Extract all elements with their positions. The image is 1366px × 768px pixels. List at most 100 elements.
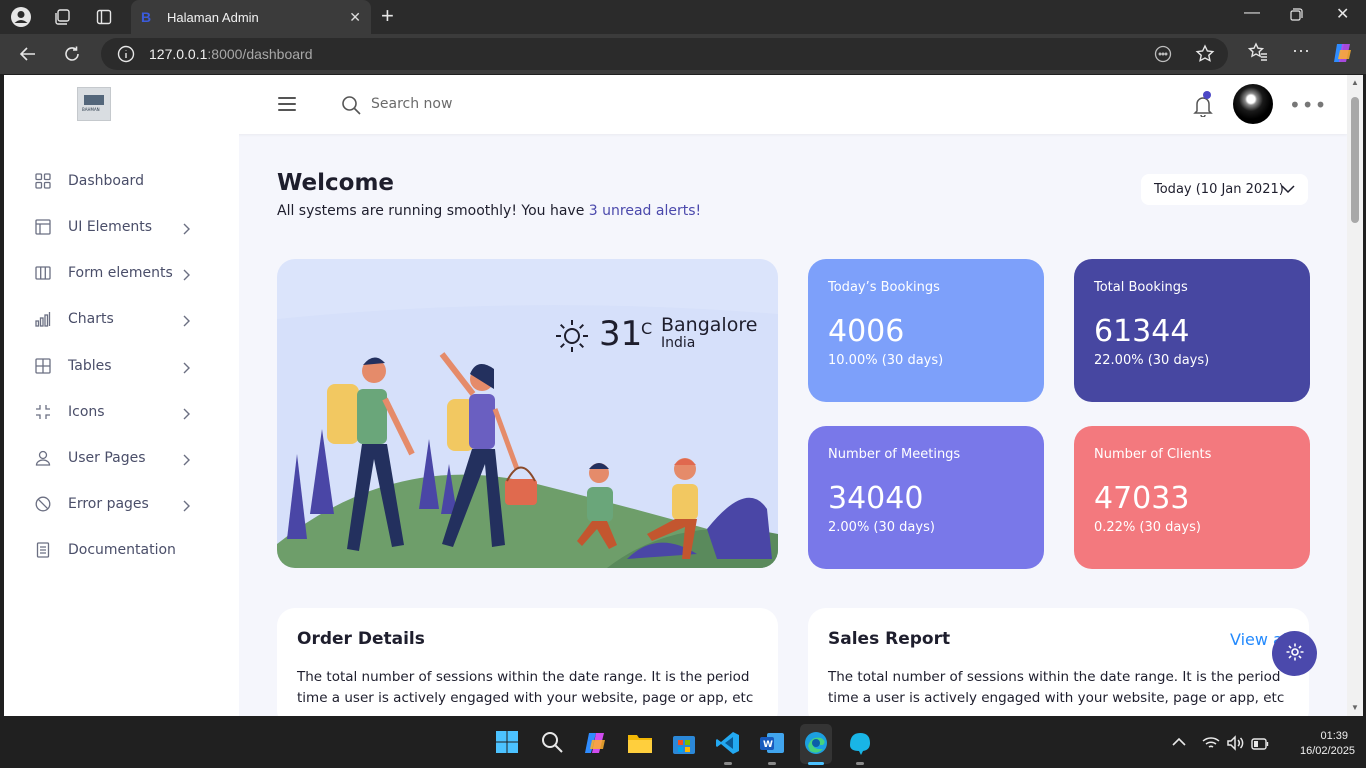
page-viewport: BAHMAN ••• Dashboard UI Elements Form el… bbox=[4, 75, 1347, 716]
top-navbar: BAHMAN ••• bbox=[4, 75, 1347, 134]
browser-tab[interactable]: B Halaman Admin ✕ bbox=[131, 0, 371, 34]
page-title: Welcome bbox=[277, 170, 395, 196]
grid-icon bbox=[35, 173, 52, 190]
layout-icon bbox=[35, 219, 52, 236]
gear-icon bbox=[1285, 642, 1305, 666]
sidebar-item-form-elements[interactable]: Form elements bbox=[4, 258, 239, 288]
brand-logo[interactable]: BAHMAN bbox=[77, 87, 111, 121]
edge-icon[interactable] bbox=[803, 730, 829, 756]
settings-more-icon[interactable]: ··· bbox=[1292, 40, 1310, 61]
workspaces-icon[interactable] bbox=[50, 5, 74, 29]
stat-value: 4006 bbox=[828, 314, 905, 349]
avatar[interactable] bbox=[1233, 84, 1273, 124]
stat-value: 61344 bbox=[1094, 314, 1190, 349]
sidebar-item-error-pages[interactable]: Error pages bbox=[4, 489, 239, 519]
chevron-right-icon bbox=[181, 497, 191, 516]
more-options-icon[interactable]: ••• bbox=[1289, 93, 1327, 117]
minimize-icon bbox=[35, 404, 52, 421]
system-clock[interactable]: 01:39 16/02/2025 bbox=[1300, 729, 1355, 759]
stat-value: 34040 bbox=[828, 481, 924, 516]
file-explorer-icon[interactable] bbox=[627, 730, 653, 756]
order-details-text: The total number of sessions within the … bbox=[297, 669, 754, 706]
sidebar-item-label: Icons bbox=[68, 404, 105, 420]
reading-mode-icon[interactable] bbox=[1154, 45, 1172, 68]
close-tab-icon[interactable]: ✕ bbox=[349, 9, 361, 26]
favorites-icon[interactable] bbox=[1247, 42, 1268, 67]
sidebar-item-label: UI Elements bbox=[68, 219, 153, 235]
wifi-icon[interactable] bbox=[1202, 736, 1220, 755]
stat-title: Number of Clients bbox=[1094, 447, 1212, 462]
back-icon[interactable] bbox=[16, 42, 40, 66]
sales-report-panel: Sales Report View all The total number o… bbox=[808, 608, 1309, 716]
chevron-right-icon bbox=[181, 266, 191, 285]
ban-icon bbox=[35, 496, 52, 513]
volume-icon[interactable] bbox=[1226, 735, 1244, 756]
profile-icon[interactable] bbox=[9, 5, 33, 29]
stat-change: 2.00% (30 days) bbox=[828, 520, 935, 535]
taskbar-search-icon[interactable] bbox=[540, 730, 566, 756]
sidebar-item-label: User Pages bbox=[68, 450, 146, 466]
chevron-up-icon[interactable] bbox=[1172, 734, 1186, 752]
sidebar-item-documentation[interactable]: Documentation bbox=[4, 535, 239, 565]
notification-dot bbox=[1203, 91, 1211, 99]
stat-card-todays-bookings: Today’s Bookings 4006 10.00% (30 days) bbox=[808, 259, 1044, 402]
notification-bell-icon[interactable] bbox=[1193, 91, 1213, 121]
weather-card: 31 C Bangalore India bbox=[277, 259, 778, 568]
stat-change: 10.00% (30 days) bbox=[828, 353, 944, 368]
weather-country: India bbox=[661, 335, 696, 351]
date-dropdown[interactable]: Today (10 Jan 2021) bbox=[1141, 174, 1308, 205]
sidebar-item-ui-elements[interactable]: UI Elements bbox=[4, 212, 239, 242]
app-icon[interactable] bbox=[847, 730, 873, 756]
sidebar-item-charts[interactable]: Charts bbox=[4, 304, 239, 334]
menu-toggle-icon[interactable] bbox=[278, 97, 296, 111]
sidebar-item-dashboard[interactable]: Dashboard bbox=[4, 166, 239, 196]
stat-value: 47033 bbox=[1094, 481, 1190, 516]
microsoft-store-icon[interactable] bbox=[671, 730, 697, 756]
search-icon[interactable] bbox=[341, 95, 361, 119]
close-window-icon[interactable]: ✕ bbox=[1336, 4, 1349, 24]
tab-title: Halaman Admin bbox=[167, 9, 259, 25]
minimize-window-icon[interactable]: — bbox=[1244, 4, 1260, 22]
windows-taskbar: W 01:39 16/02/2025 bbox=[0, 720, 1366, 768]
windows-start-icon[interactable] bbox=[495, 730, 521, 756]
chevron-down-icon bbox=[1281, 183, 1295, 198]
sidebar: Dashboard UI Elements Form elements Char… bbox=[4, 134, 239, 716]
bar-chart-icon bbox=[35, 311, 52, 328]
sidebar-item-user-pages[interactable]: User Pages bbox=[4, 443, 239, 473]
stat-title: Total Bookings bbox=[1094, 280, 1188, 295]
new-tab-icon[interactable]: + bbox=[381, 4, 394, 28]
weather-city: Bangalore bbox=[661, 314, 758, 336]
stat-change: 22.00% (30 days) bbox=[1094, 353, 1210, 368]
columns-icon bbox=[35, 265, 52, 282]
battery-icon[interactable] bbox=[1251, 737, 1269, 755]
order-details-panel: Order Details The total number of sessio… bbox=[277, 608, 778, 716]
copilot-icon[interactable] bbox=[1331, 41, 1355, 70]
copilot-taskbar-icon[interactable] bbox=[583, 730, 609, 756]
favorite-star-icon[interactable] bbox=[1195, 44, 1215, 69]
table-icon bbox=[35, 358, 52, 375]
stat-change: 0.22% (30 days) bbox=[1094, 520, 1201, 535]
word-icon[interactable]: W bbox=[759, 730, 785, 756]
sales-report-title: Sales Report bbox=[828, 629, 951, 649]
theme-settings-button[interactable] bbox=[1272, 631, 1317, 676]
tab-actions-icon[interactable] bbox=[92, 5, 116, 29]
sidebar-item-label: Tables bbox=[68, 358, 112, 374]
restore-window-icon[interactable] bbox=[1290, 8, 1303, 26]
unread-alerts-link[interactable]: 3 unread alerts! bbox=[589, 203, 701, 219]
site-info-icon[interactable] bbox=[117, 45, 135, 68]
address-bar[interactable]: 127.0.0.1:8000/dashboard bbox=[101, 38, 1228, 70]
search-input[interactable] bbox=[371, 93, 571, 115]
chevron-right-icon bbox=[181, 220, 191, 239]
welcome-subtitle: All systems are running smoothly! You ha… bbox=[277, 203, 702, 219]
chevron-right-icon bbox=[181, 359, 191, 378]
page-scrollbar[interactable]: ▲ ▼ bbox=[1347, 75, 1363, 716]
weather-temperature: 31 bbox=[599, 314, 643, 354]
sidebar-item-tables[interactable]: Tables bbox=[4, 351, 239, 381]
user-icon bbox=[35, 450, 52, 467]
sidebar-item-icons[interactable]: Icons bbox=[4, 397, 239, 427]
stat-title: Today’s Bookings bbox=[828, 280, 940, 295]
stat-card-total-bookings: Total Bookings 61344 22.00% (30 days) bbox=[1074, 259, 1310, 402]
vscode-icon[interactable] bbox=[715, 730, 741, 756]
chevron-right-icon bbox=[181, 312, 191, 331]
reload-icon[interactable] bbox=[60, 42, 84, 66]
